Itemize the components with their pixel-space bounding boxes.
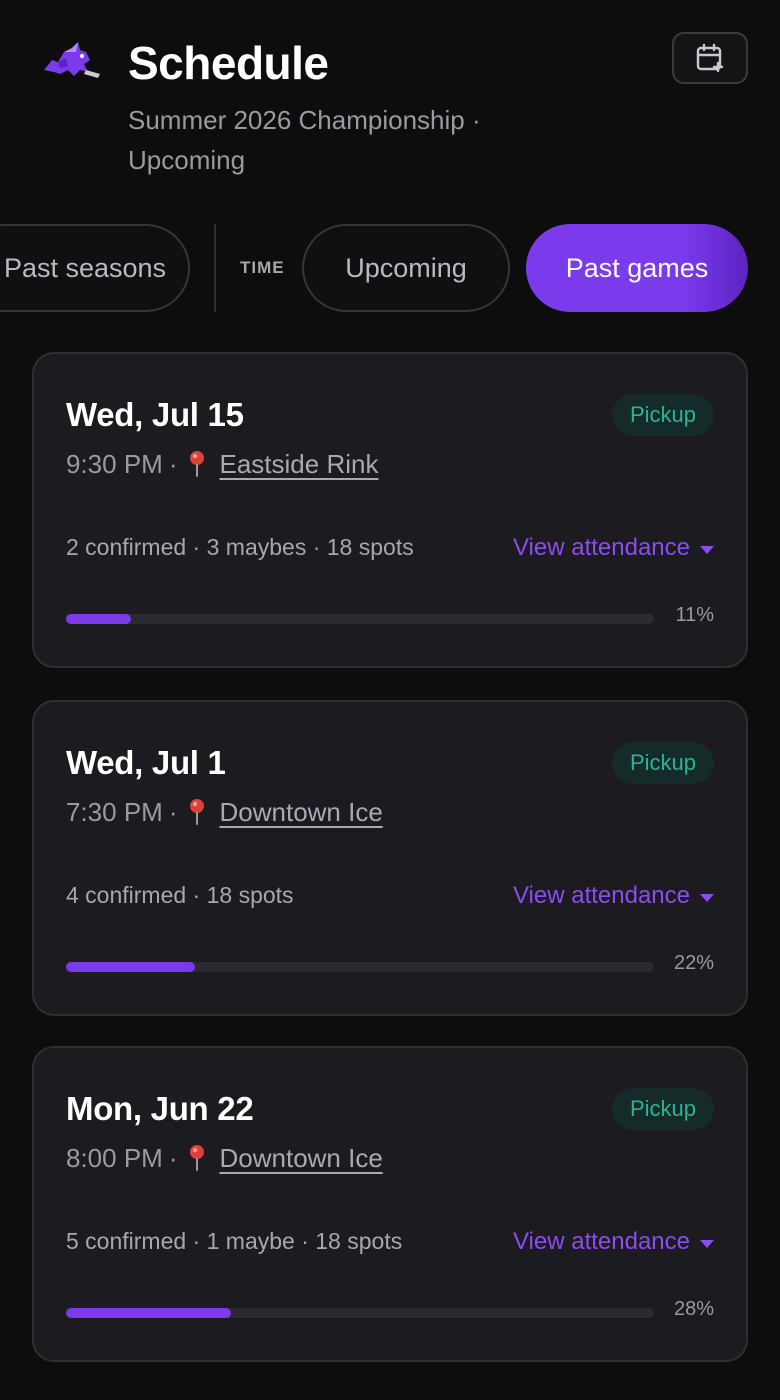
game-time: 9:30 PM xyxy=(66,448,163,479)
game-type-badge: Pickup xyxy=(611,394,714,436)
attendance-summary: 5 confirmed · 1 maybe · 18 spots xyxy=(66,1228,403,1254)
game-type-badge: Pickup xyxy=(611,742,714,784)
game-time-location: 7:30 PM · Downtown Ice xyxy=(66,794,383,830)
attendance-progress-bar xyxy=(66,1308,654,1318)
attendance-progress-fill xyxy=(66,1308,231,1318)
time-filter-label: TIME xyxy=(240,258,285,277)
add-to-calendar-button[interactable] xyxy=(672,32,748,84)
chevron-down-icon xyxy=(700,546,714,554)
map-pin-icon xyxy=(189,1145,204,1171)
attendance-percentage: 22% xyxy=(673,952,714,974)
header: Schedule Summer 2026 Championship · Upco… xyxy=(0,0,780,200)
view-attendance-button[interactable]: View attendance xyxy=(513,1228,714,1256)
past-seasons-filter[interactable]: Past seasons xyxy=(0,224,190,312)
venue-link[interactable]: Downtown Ice xyxy=(220,797,383,828)
attendance-summary: 2 confirmed · 3 maybes · 18 spots xyxy=(66,534,414,560)
upcoming-filter[interactable]: Upcoming xyxy=(302,224,510,312)
chevron-down-icon xyxy=(700,894,714,902)
meta-separator: · xyxy=(168,448,178,479)
attendance-progress-fill xyxy=(66,614,131,624)
game-time-location: 9:30 PM · Eastside Rink xyxy=(66,446,378,482)
page-subtitle: Summer 2026 Championship · Upcoming xyxy=(128,105,481,175)
attendance-progress-fill xyxy=(66,962,196,972)
map-pin-icon xyxy=(189,451,204,477)
game-time-location: 8:00 PM · Downtown Ice xyxy=(66,1140,383,1176)
view-attendance-label: View attendance xyxy=(512,882,690,909)
meta-separator: · xyxy=(168,796,178,827)
game-date: Wed, Jul 15 xyxy=(66,396,244,433)
game-date: Mon, Jun 22 xyxy=(66,1090,254,1127)
game-time: 7:30 PM xyxy=(66,796,163,827)
game-type-badge: Pickup xyxy=(611,1088,714,1130)
filter-row: Past seasons TIME Upcoming Past games xyxy=(0,224,780,312)
attendance-percentage: 28% xyxy=(673,1298,714,1320)
page-title: Schedule xyxy=(128,37,329,89)
game-card[interactable]: Wed, Jul 15 9:30 PM · Eastside Rink Pick… xyxy=(32,352,748,668)
calendar-plus-icon xyxy=(696,43,724,73)
venue-link[interactable]: Downtown Ice xyxy=(220,1143,383,1174)
chevron-down-icon xyxy=(700,1240,714,1248)
view-attendance-button[interactable]: View attendance xyxy=(513,882,714,910)
schedule-page: Schedule Summer 2026 Championship · Upco… xyxy=(0,0,780,1400)
attendance-summary: 4 confirmed · 18 spots xyxy=(66,882,294,908)
filter-divider xyxy=(214,224,216,312)
game-card[interactable]: Mon, Jun 22 8:00 PM · Downtown Ice Picku… xyxy=(32,1046,748,1362)
game-time: 8:00 PM xyxy=(66,1142,163,1173)
attendance-progress-bar xyxy=(66,614,654,624)
game-date: Wed, Jul 1 xyxy=(66,744,226,781)
map-pin-icon xyxy=(189,799,204,825)
rhino-hockey-logo-icon xyxy=(38,40,102,84)
game-card[interactable]: Wed, Jul 1 7:30 PM · Downtown Ice Pickup… xyxy=(32,700,748,1016)
view-attendance-label: View attendance xyxy=(512,534,690,561)
past-games-filter[interactable]: Past games xyxy=(526,224,748,312)
attendance-progress-bar xyxy=(66,962,654,972)
past-seasons-label: Past seasons xyxy=(3,252,167,283)
venue-link[interactable]: Eastside Rink xyxy=(220,449,379,480)
view-attendance-button[interactable]: View attendance xyxy=(513,534,714,562)
meta-separator: · xyxy=(168,1142,178,1173)
view-attendance-label: View attendance xyxy=(512,1228,690,1255)
attendance-percentage: 11% xyxy=(675,604,714,626)
